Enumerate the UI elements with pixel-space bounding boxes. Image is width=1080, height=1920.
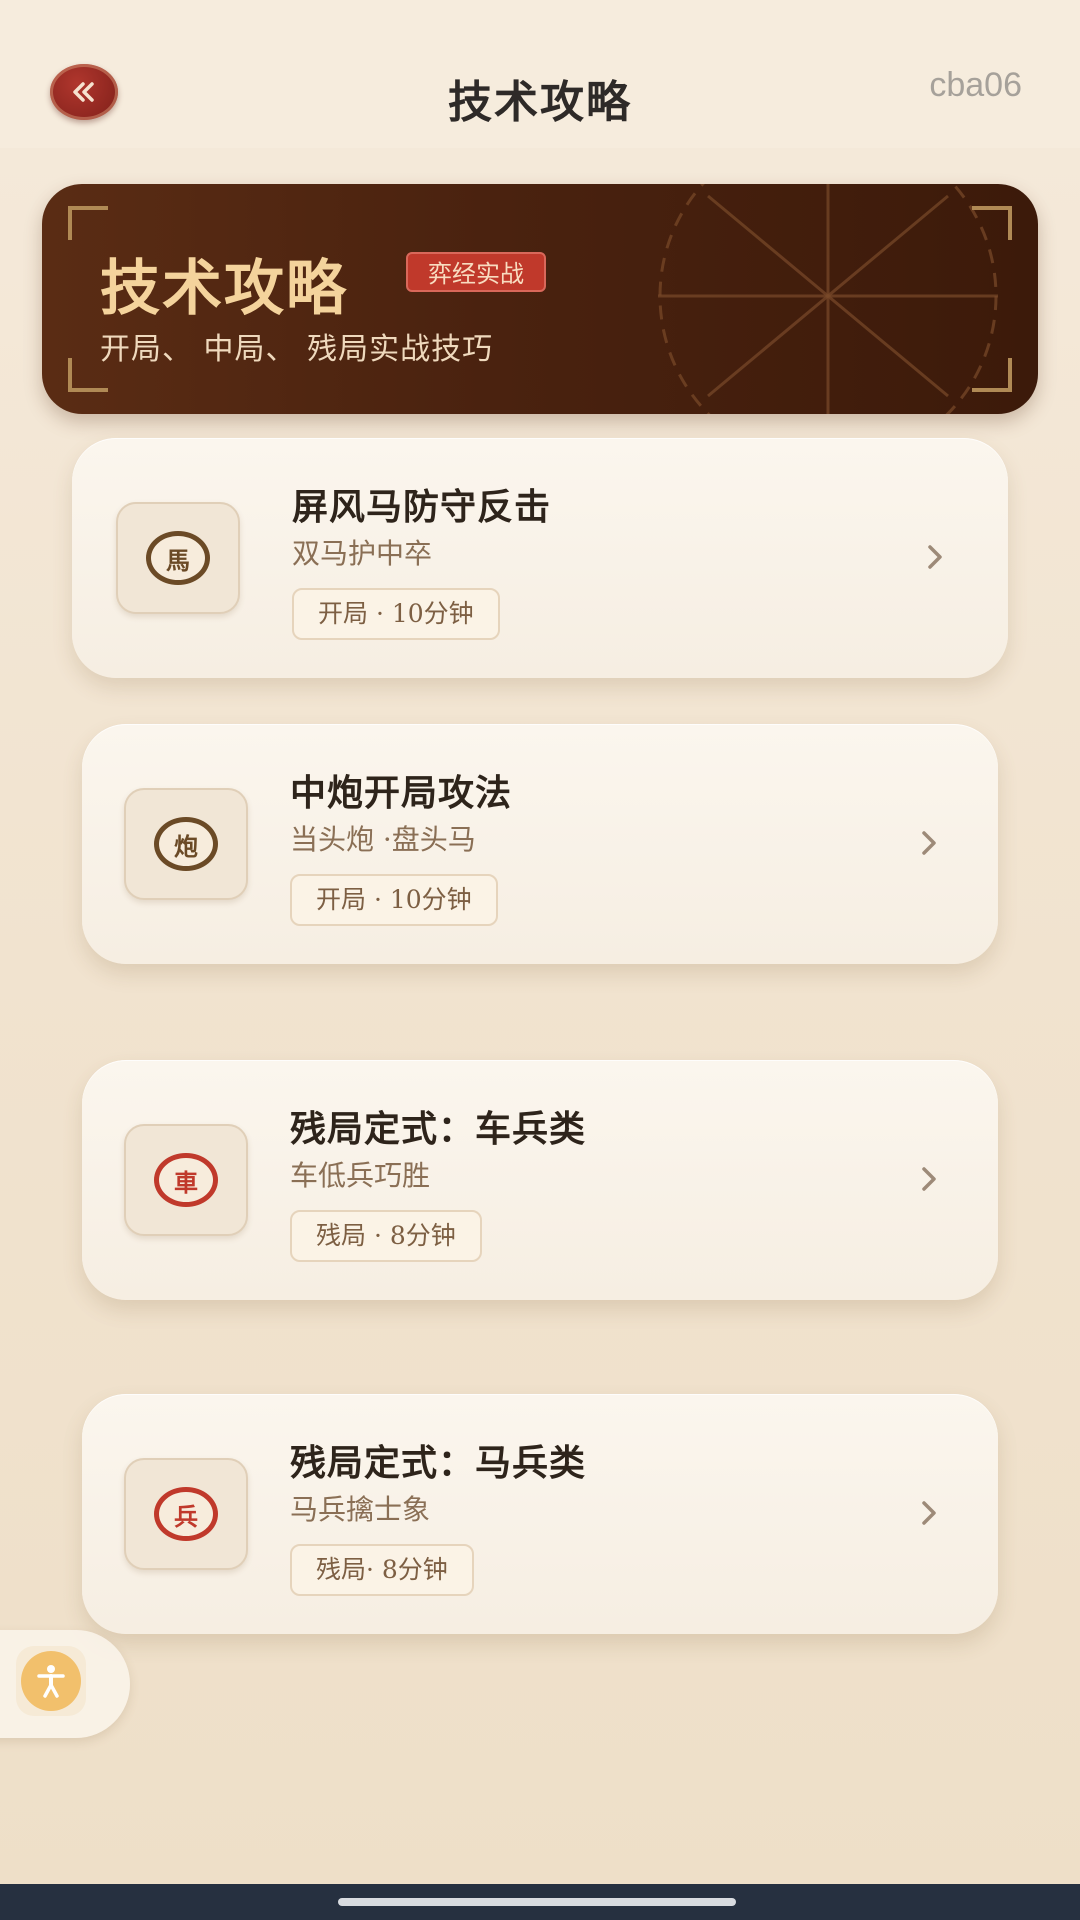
- guide-subtitle: 马兵擒士象: [290, 1493, 431, 1526]
- page-title: 技术攻略: [448, 77, 632, 128]
- user-id: cba06: [929, 66, 1022, 104]
- guide-title: 中炮开局攻法: [290, 772, 513, 814]
- piece-icon-box: 兵: [124, 1458, 248, 1570]
- banner-badge: 弈经实战: [406, 252, 546, 292]
- guide-title: 残局定式：车兵类: [290, 1108, 587, 1150]
- piece-icon-box: 車: [124, 1124, 248, 1236]
- accessibility-icon: [37, 1665, 65, 1698]
- hero-banner: 技术攻略 弈经实战 开局、 中局、 残局实战技巧: [42, 184, 1038, 414]
- home-indicator[interactable]: [338, 1898, 736, 1906]
- corner-ornament: [972, 358, 1012, 392]
- piece-icon-box: 馬: [116, 502, 240, 614]
- piece-icon-box: 炮: [124, 788, 248, 900]
- floating-dock: [0, 1630, 130, 1738]
- banner-subtitle: 开局、 中局、 残局实战技巧: [100, 332, 494, 367]
- soldier-piece-icon: 兵: [154, 1487, 218, 1541]
- chevron-right-icon: [922, 831, 936, 855]
- chevron-right-icon: [922, 1167, 936, 1191]
- accessibility-button[interactable]: [16, 1646, 86, 1716]
- guide-tag: 残局· 8分钟: [290, 1544, 474, 1596]
- guide-subtitle: 双马护中卒: [292, 537, 433, 570]
- guide-card-pingfengma[interactable]: 馬 屏风马防守反击 双马护中卒 开局 · 10分钟: [72, 438, 1008, 678]
- cannon-piece-icon: 炮: [154, 817, 218, 871]
- chevron-right-icon: [928, 545, 942, 569]
- guide-card-mabing[interactable]: 兵 残局定式：马兵类 马兵擒士象 残局· 8分钟: [82, 1394, 998, 1634]
- chariot-piece-icon: 車: [154, 1153, 218, 1207]
- system-nav-bar: [0, 1884, 1080, 1920]
- guide-subtitle: 车低兵巧胜: [290, 1159, 431, 1192]
- top-bar: 技术攻略 cba06: [0, 0, 1080, 148]
- horse-piece-icon: 馬: [146, 531, 210, 585]
- guide-card-chebing[interactable]: 車 残局定式：车兵类 车低兵巧胜 残局 · 8分钟: [82, 1060, 998, 1300]
- guide-tag: 残局 · 8分钟: [290, 1210, 482, 1262]
- guide-card-zhongpao[interactable]: 炮 中炮开局攻法 当头炮 ·盘头马 开局 · 10分钟: [82, 724, 998, 964]
- corner-ornament: [972, 206, 1012, 240]
- guide-subtitle: 当头炮 ·盘头马: [290, 823, 476, 856]
- guide-title: 屏风马防守反击: [292, 486, 552, 528]
- guide-tag: 开局 · 10分钟: [290, 874, 498, 926]
- chessboard-decoration: [658, 184, 998, 414]
- chevron-right-icon: [922, 1501, 936, 1525]
- guide-title: 残局定式：马兵类: [290, 1442, 587, 1484]
- corner-ornament: [68, 206, 108, 240]
- banner-title: 技术攻略: [100, 254, 348, 324]
- guide-tag: 开局 · 10分钟: [292, 588, 500, 640]
